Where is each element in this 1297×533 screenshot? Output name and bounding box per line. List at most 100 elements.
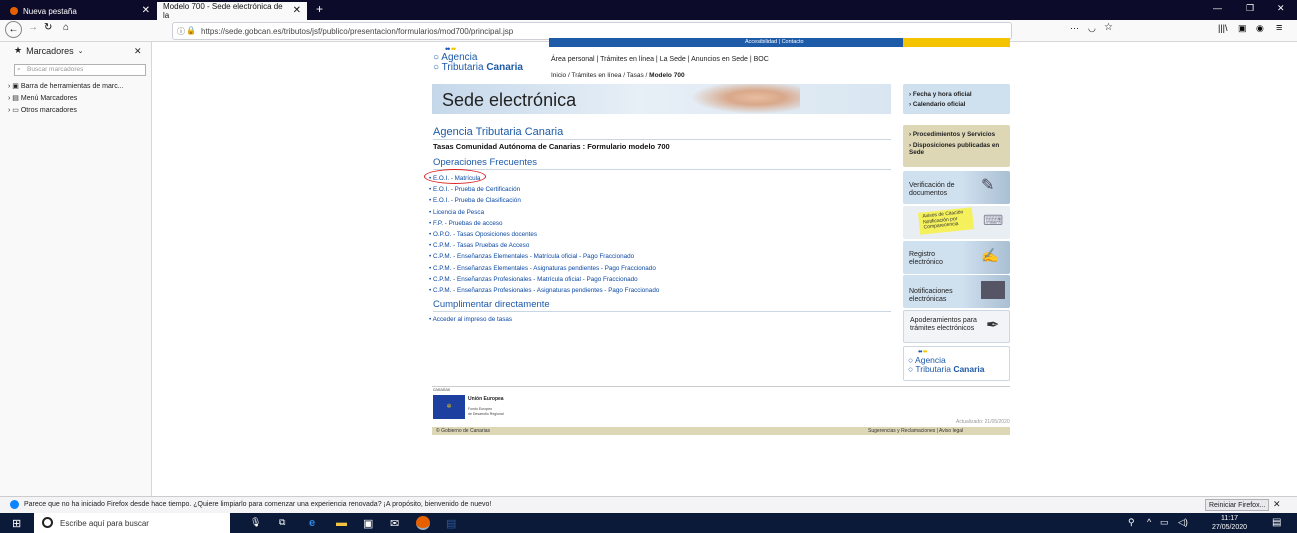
people-icon[interactable]: ⚲ <box>1128 517 1135 528</box>
volume-icon[interactable]: ◁) <box>1178 517 1188 528</box>
list-item-op[interactable]: • Licencia de Pesca <box>429 207 659 218</box>
official-time-box: › Fecha y hora oficial › Calendario ofic… <box>903 84 1010 114</box>
notification-text: Parece que no ha iniciado Firefox desde … <box>24 501 492 508</box>
list-item-op[interactable]: • C.P.M. - Enseñanzas Elementales - Matr… <box>429 251 659 262</box>
store-icon[interactable]: ▣ <box>363 517 373 530</box>
tracking-icon[interactable]: ◉ <box>1256 23 1264 34</box>
hand-icon: ✍ <box>981 247 999 263</box>
site-logo[interactable]: •• •• ○ Agencia ○ Tributaria Canaria <box>433 44 545 80</box>
list-item-op[interactable]: • F.P. - Pruebas de acceso <box>429 218 659 229</box>
accessibility-links[interactable]: Accesibilidad | Contacto <box>745 39 804 45</box>
bookmark-star-icon[interactable]: ☆ <box>1104 22 1113 33</box>
edge-icon[interactable]: e <box>309 517 315 529</box>
official-calendar-link[interactable]: › Calendario oficial <box>909 100 1010 110</box>
page-actions-icon[interactable]: ··· <box>1070 23 1079 33</box>
sidebar-item-toolbar[interactable]: › ▣ Barra de herramientas de marc... <box>8 81 124 93</box>
forward-icon[interactable]: → <box>28 22 38 33</box>
agency-logo-box[interactable]: •• •• ○ Agencia ○ Tributaria Canaria <box>903 346 1010 381</box>
taskbar-search-box[interactable]: Escribe aquí para buscar <box>34 513 230 533</box>
eu-flag: ✲ <box>433 395 465 419</box>
firefox-icon <box>10 7 18 15</box>
banner-title: Sede electrónica <box>442 90 577 110</box>
sidebar-item-other[interactable]: › ▭ Otros marcadores <box>8 105 124 117</box>
close-tab-icon[interactable]: ✕ <box>142 5 150 16</box>
close-tab-icon[interactable]: ✕ <box>293 5 301 16</box>
list-item-op[interactable]: • E.O.I. - Prueba de Clasificación <box>429 195 659 206</box>
tab-modelo-700[interactable]: Modelo 700 - Sede electrónica de la ✕ <box>157 2 307 20</box>
main-nav[interactable]: Área personal | Trámites en línea | La S… <box>551 56 769 63</box>
footer-links[interactable]: Sugerencias y Reclamaciones | Aviso lega… <box>868 428 963 434</box>
mail-icon[interactable]: ✉ <box>390 517 399 530</box>
folder-icon: ▤ <box>12 95 19 102</box>
official-time-link[interactable]: › Fecha y hora oficial <box>909 90 1010 100</box>
list-item-op[interactable]: • O.P.O. - Tasas Oposiciones docentes <box>429 229 659 240</box>
lock-icon: 🔒 <box>186 26 196 35</box>
chevron-down-icon: ⌄ <box>77 47 84 55</box>
menu-icon[interactable]: ≡ <box>1276 22 1282 34</box>
pocket-icon[interactable]: ◡ <box>1088 23 1096 34</box>
close-sidebar-icon[interactable]: ✕ <box>134 46 142 57</box>
list-item-op[interactable]: • C.P.M. - Enseñanzas Profesionales - Ma… <box>429 274 659 285</box>
info-icon[interactable]: ⓘ <box>177 26 185 37</box>
list-item-op[interactable]: • C.P.M. - Enseñanzas Elementales - Asig… <box>429 263 659 274</box>
restore-icon[interactable]: ❐ <box>1246 3 1254 14</box>
section-rule <box>433 311 891 312</box>
library-icon[interactable]: |||\ <box>1218 23 1228 33</box>
dispositions-link[interactable]: › Disposiciones publicadas en Sede <box>909 142 1010 156</box>
action-center-icon[interactable]: ▤ <box>1272 517 1281 528</box>
verification-box[interactable]: Verificación de documentos ✎ <box>903 171 1010 204</box>
document-icon[interactable]: ▤ <box>446 517 456 530</box>
procedures-link[interactable]: › Procedimientos y Servicios <box>909 131 1010 138</box>
page-heading: Agencia Tributaria Canaria <box>433 126 564 138</box>
list-item-op[interactable]: • C.P.M. - Enseñanzas Profesionales - As… <box>429 285 659 296</box>
close-notification-icon[interactable]: ✕ <box>1273 499 1281 510</box>
list-item-op[interactable]: • C.P.M. - Tasas Pruebas de Acceso <box>429 240 659 251</box>
pen-icon: ✎ <box>981 177 995 194</box>
breadcrumb: Inicio / Trámites en línea / Tasas / Mod… <box>551 72 685 79</box>
logo-circle-icon: ○ <box>433 62 440 73</box>
back-icon[interactable]: ← <box>5 21 22 38</box>
page-subheading: Tasas Comunidad Autónoma de Canarias : F… <box>433 142 670 151</box>
home-icon[interactable]: ⌂ <box>63 22 69 33</box>
bookmarks-sidebar: ★ Marcadores ⌄ ✕ ⌕ Buscar marcadores › ▣… <box>0 42 152 496</box>
bookmark-search-input[interactable]: ⌕ Buscar marcadores <box>14 64 146 76</box>
procedures-box: › Procedimientos y Servicios › Disposici… <box>903 125 1010 167</box>
new-tab-button[interactable]: + <box>316 2 323 16</box>
highlight-circle <box>424 169 486 184</box>
registry-box[interactable]: Registro electrónico ✍ <box>903 241 1010 274</box>
explorer-icon[interactable]: ▬ <box>336 517 347 529</box>
direct-form-link[interactable]: • Acceder al impreso de tasas <box>429 316 512 323</box>
cortana-icon <box>42 517 53 528</box>
sidebar-toggle-icon[interactable]: ▣ <box>1238 23 1247 34</box>
notifications-box[interactable]: Notificaciones electrónicas <box>903 275 1010 308</box>
updated-date: Actualizado: 21/05/2020 <box>956 419 1010 425</box>
banner-photo <box>690 84 800 114</box>
minimize-icon[interactable]: — <box>1213 3 1222 13</box>
sidebar-item-menu[interactable]: › ▤ Menú Marcadores <box>8 93 124 105</box>
sidebar-title: Marcadores <box>26 45 74 56</box>
tab-label: Nueva pestaña <box>23 6 77 16</box>
logo-circle-icon: ○ <box>908 364 914 374</box>
tab-new[interactable]: Nueva pestaña ✕ <box>4 2 156 20</box>
banner: Sede electrónica <box>432 84 891 114</box>
list-item-op[interactable]: • E.O.I. - Prueba de Certificación <box>429 184 659 195</box>
reload-icon[interactable]: ↻ <box>44 22 52 33</box>
powers-box[interactable]: Apoderamientos para trámites electrónico… <box>903 310 1010 343</box>
clock[interactable]: 11:17 27/05/2020 <box>1207 514 1252 532</box>
footer-rule <box>432 386 1010 387</box>
refresh-firefox-button[interactable]: Reiniciar Firefox... <box>1205 499 1270 511</box>
section-rule <box>433 169 891 170</box>
firefox-taskbar-icon[interactable] <box>416 516 430 530</box>
network-icon[interactable]: ▭ <box>1160 517 1169 528</box>
windows-taskbar: ⊞ Escribe aquí para buscar 🎙 ⧉ e ▬ ▣ ✉ ▤… <box>0 513 1297 533</box>
search-icon: ⌕ <box>17 66 21 73</box>
sidebar-header[interactable]: ★ Marcadores ⌄ <box>14 45 83 56</box>
windows-start-icon[interactable]: ⊞ <box>12 517 21 530</box>
task-view-icon[interactable]: ⧉ <box>279 517 285 528</box>
monitor-icon <box>981 281 1005 299</box>
mic-icon[interactable]: 🎙 <box>250 517 261 528</box>
tray-up-icon[interactable]: ^ <box>1147 517 1151 527</box>
citation-box[interactable]: Avisos de Citación Notificación por Comp… <box>903 206 1010 239</box>
close-window-icon[interactable]: ✕ <box>1277 3 1285 14</box>
operations-list: • E.O.I. - Matrícula • E.O.I. - Prueba d… <box>429 173 659 296</box>
